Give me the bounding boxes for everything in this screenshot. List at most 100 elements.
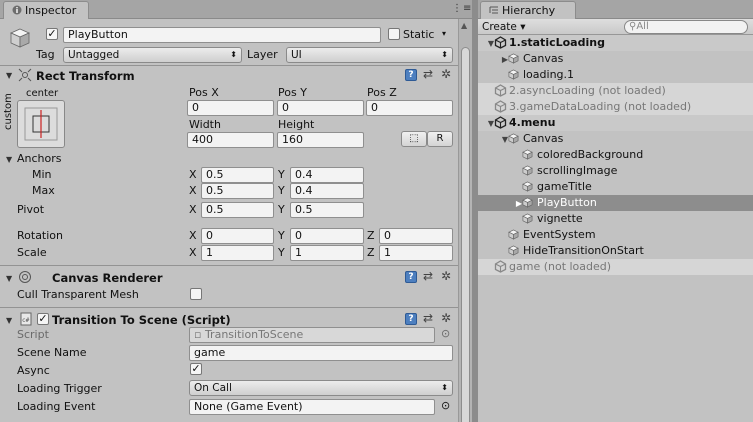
loading-trigger-dropdown[interactable]: On Call ⬍	[189, 380, 453, 396]
script-enabled-checkbox[interactable]: ✓	[37, 313, 49, 325]
loading-event-field[interactable]: None (Game Event)	[189, 399, 435, 415]
hierarchy-item[interactable]: loading.1	[478, 67, 753, 83]
rect-transform-fold-icon[interactable]: ▼	[6, 71, 12, 80]
expand-arrow-icon[interactable]: ▼	[484, 116, 494, 132]
static-checkbox[interactable]	[388, 28, 400, 40]
help-icon[interactable]: ?	[405, 69, 417, 81]
hierarchy-scene-row[interactable]: game (not loaded)	[478, 259, 753, 275]
scale-y-input[interactable]: 1	[290, 245, 364, 261]
width-input[interactable]: 400	[187, 132, 274, 148]
pos-y-input[interactable]: 0	[277, 100, 364, 116]
loading-trigger-label: Loading Trigger	[17, 382, 102, 395]
hierarchy-item[interactable]: ▶ Canvas	[478, 51, 753, 67]
hierarchy-toolbar: Create ▾ ⚲All	[478, 19, 753, 35]
inspector-panel: Inspector ⋮≡ ✓ PlayButton Static ▾ Tag U…	[0, 0, 472, 422]
hierarchy-scene-row[interactable]: ▼ 4.menu	[478, 115, 753, 131]
loading-trigger-value: On Call	[194, 382, 232, 394]
gameobject-icon	[508, 243, 523, 259]
scroll-up-icon[interactable]: ▲	[461, 21, 467, 30]
gameobject-icon	[508, 131, 523, 147]
async-checkbox[interactable]: ✓	[190, 363, 202, 375]
hierarchy-item[interactable]: HideTransitionOnStart	[478, 243, 753, 259]
axis-y-label: Y	[278, 184, 285, 197]
scale-label: Scale	[17, 246, 47, 259]
gameobject-icon	[522, 147, 537, 163]
help-icon[interactable]: ?	[405, 313, 417, 325]
axis-x-label: X	[189, 203, 197, 216]
static-dropdown-arrow-icon[interactable]: ▾	[442, 29, 446, 38]
hierarchy-search-input[interactable]: ⚲All	[624, 20, 748, 34]
hierarchy-scene-row[interactable]: 2.asyncLoading (not loaded)	[478, 83, 753, 99]
hierarchy-item[interactable]: ▼ Canvas	[478, 131, 753, 147]
hierarchy-scene-row[interactable]: ▼ 1.staticLoading	[478, 35, 753, 51]
scene-name-input[interactable]: game	[189, 345, 453, 361]
rotation-y-input[interactable]: 0	[290, 228, 364, 244]
hierarchy-item[interactable]: EventSystem	[478, 227, 753, 243]
hierarchy-item[interactable]: scrollingImage	[478, 163, 753, 179]
dropdown-arrow-icon: ⬍	[441, 50, 448, 59]
height-input[interactable]: 160	[277, 132, 364, 148]
tab-hierarchy-label: Hierarchy	[502, 4, 556, 17]
info-icon	[12, 5, 22, 15]
hierarchy-item[interactable]: coloredBackground	[478, 147, 753, 163]
unity-scene-icon	[494, 259, 509, 275]
gameobject-name-input[interactable]: PlayButton	[63, 27, 381, 43]
rotation-z-input[interactable]: 0	[379, 228, 453, 244]
anchors-max-y-input[interactable]: 0.4	[290, 183, 364, 199]
pivot-x-input[interactable]: 0.5	[201, 202, 274, 218]
script-label: Script	[17, 328, 49, 341]
anchors-min-y-input[interactable]: 0.4	[290, 167, 364, 183]
script-icon: c#	[20, 312, 32, 326]
blueprint-mode-button[interactable]: ⬚	[401, 131, 427, 147]
width-label: Width	[189, 118, 221, 131]
expand-arrow-icon[interactable]: ▼	[484, 36, 494, 52]
tab-inspector[interactable]: Inspector	[3, 1, 89, 19]
scale-z-input[interactable]: 1	[379, 245, 453, 261]
axis-x-label: X	[189, 246, 197, 259]
canvas-renderer-fold-icon[interactable]: ▼	[6, 274, 12, 283]
hierarchy-item[interactable]: vignette	[478, 211, 753, 227]
scrollbar-thumb[interactable]	[461, 47, 470, 422]
preset-icon[interactable]: ⇄	[423, 270, 433, 282]
gameobject-icon	[522, 179, 537, 195]
preset-icon[interactable]: ⇄	[423, 68, 433, 80]
tab-hierarchy[interactable]: Hierarchy	[480, 1, 576, 19]
rotation-x-input[interactable]: 0	[201, 228, 274, 244]
hierarchy-item[interactable]: gameTitle	[478, 179, 753, 195]
layer-dropdown[interactable]: UI ⬍	[286, 47, 453, 63]
expand-arrow-icon[interactable]: ▶	[512, 196, 522, 212]
gameobject-active-checkbox[interactable]: ✓	[46, 28, 58, 40]
anchors-min-x-input[interactable]: 0.5	[201, 167, 274, 183]
anchors-max-x-input[interactable]: 0.5	[201, 183, 274, 199]
gear-icon[interactable]: ✲	[441, 68, 451, 80]
axis-z-label: Z	[367, 246, 375, 259]
inspector-menu-icon[interactable]: ⋮≡	[452, 3, 472, 14]
axis-x-label: X	[189, 168, 197, 181]
help-icon[interactable]: ?	[405, 271, 417, 283]
create-button[interactable]: Create ▾	[482, 20, 526, 34]
hierarchy-item-label: Canvas	[523, 132, 564, 145]
layer-label: Layer	[247, 48, 278, 61]
hierarchy-item[interactable]: ▶ PlayButton	[478, 195, 753, 211]
pos-z-input[interactable]: 0	[366, 100, 453, 116]
pos-x-input[interactable]: 0	[187, 100, 274, 116]
preset-icon[interactable]: ⇄	[423, 312, 433, 324]
cull-transparent-checkbox[interactable]	[190, 288, 202, 300]
anchors-fold-icon[interactable]: ▼	[6, 155, 12, 164]
gear-icon[interactable]: ✲	[441, 312, 451, 324]
scale-x-input[interactable]: 1	[201, 245, 274, 261]
expand-arrow-icon[interactable]: ▼	[498, 132, 508, 148]
gear-icon[interactable]: ✲	[441, 270, 451, 282]
anchor-preset-button[interactable]	[17, 100, 65, 148]
raw-edit-button[interactable]: R	[427, 131, 453, 147]
hierarchy-scene-row[interactable]: 3.gameDataLoading (not loaded)	[478, 99, 753, 115]
expand-arrow-icon[interactable]: ▶	[498, 52, 508, 68]
script-fold-icon[interactable]: ▼	[6, 316, 12, 325]
pivot-y-input[interactable]: 0.5	[290, 202, 364, 218]
object-picker-icon[interactable]: ⊙	[441, 399, 450, 412]
tag-dropdown[interactable]: Untagged ⬍	[63, 47, 242, 63]
inspector-scrollbar[interactable]: ▲	[458, 19, 472, 422]
